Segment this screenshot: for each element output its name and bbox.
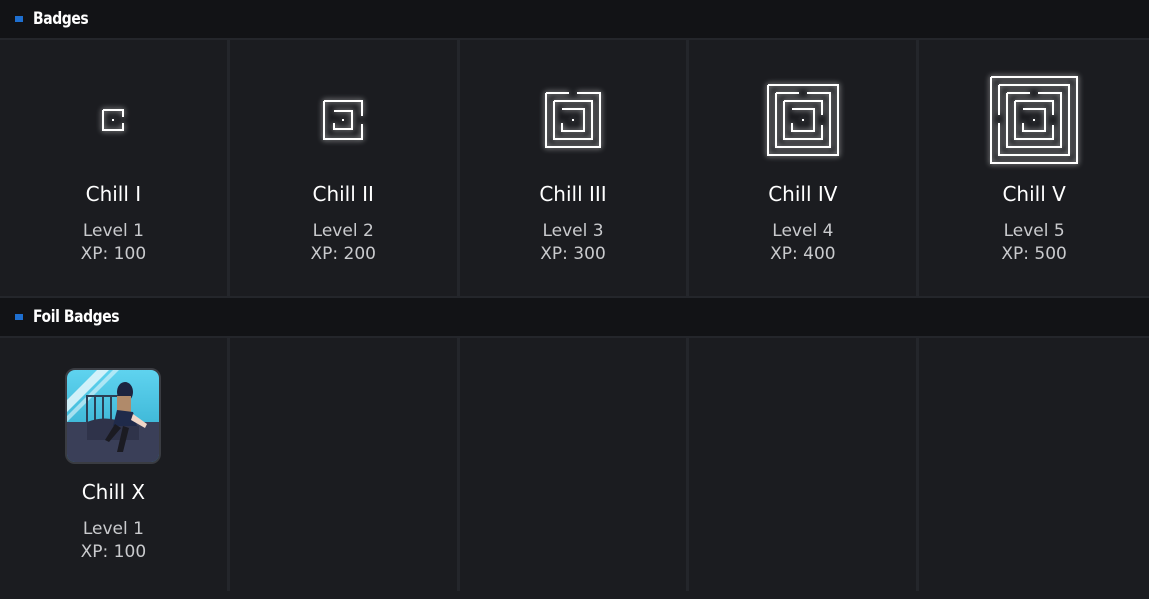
maze-3-icon: [545, 92, 602, 148]
badge-level: Level 4: [772, 221, 834, 241]
foil-badges-section-header: Foil Badges: [0, 298, 1149, 338]
badges-section-header: Badges: [0, 0, 1149, 40]
empty-badge-slot: [460, 338, 690, 591]
badge-level: Level 1: [82, 221, 144, 241]
maze-2-icon: [323, 100, 364, 140]
badge-name: Chill II: [312, 182, 374, 206]
badge-name: Chill I: [85, 182, 142, 206]
badge-level: Level 3: [542, 221, 604, 241]
badges-grid: Chill I Level 1 XP: 100 Chill II Level 2…: [0, 40, 1149, 298]
badge-card[interactable]: Chill V Level 5 XP: 500: [919, 40, 1149, 296]
section-marker-icon: [15, 314, 23, 320]
foil-badges-grid: Chill X Level 1 XP: 100: [0, 338, 1149, 591]
anime-girl-foil-icon: [65, 368, 162, 464]
badge-name: Chill IV: [768, 182, 838, 206]
badge-xp: XP: 100: [80, 542, 147, 562]
badge-card[interactable]: Chill III Level 3 XP: 300: [460, 40, 690, 296]
badge-xp: XP: 500: [1001, 244, 1067, 264]
badge-card[interactable]: Chill IV Level 4 XP: 400: [689, 40, 920, 296]
badge-xp: XP: 200: [310, 244, 376, 264]
maze-4-icon: [766, 84, 839, 156]
badge-card[interactable]: Chill I Level 1 XP: 100: [0, 40, 230, 296]
badge-xp: XP: 400: [770, 244, 836, 264]
empty-badge-slot: [689, 338, 920, 591]
empty-badge-slot: [230, 338, 460, 591]
empty-badge-slot: [919, 338, 1149, 591]
badge-name: Chill X: [81, 480, 146, 504]
section-marker-icon: [15, 16, 23, 22]
section-title: Foil Badges: [33, 307, 120, 327]
badge-level: Level 5: [1003, 221, 1065, 241]
badge-level: Level 1: [82, 519, 144, 539]
badge-card[interactable]: Chill X Level 1 XP: 100: [0, 338, 230, 591]
badge-level: Level 2: [312, 221, 374, 241]
badge-xp: XP: 300: [540, 244, 606, 264]
section-title: Badges: [33, 9, 89, 29]
badge-xp: XP: 100: [80, 244, 147, 264]
badge-card[interactable]: Chill II Level 2 XP: 200: [230, 40, 460, 296]
badge-name: Chill III: [539, 182, 607, 206]
maze-1-icon: [102, 109, 125, 131]
maze-5-icon: [990, 76, 1079, 164]
badge-name: Chill V: [1002, 182, 1066, 206]
